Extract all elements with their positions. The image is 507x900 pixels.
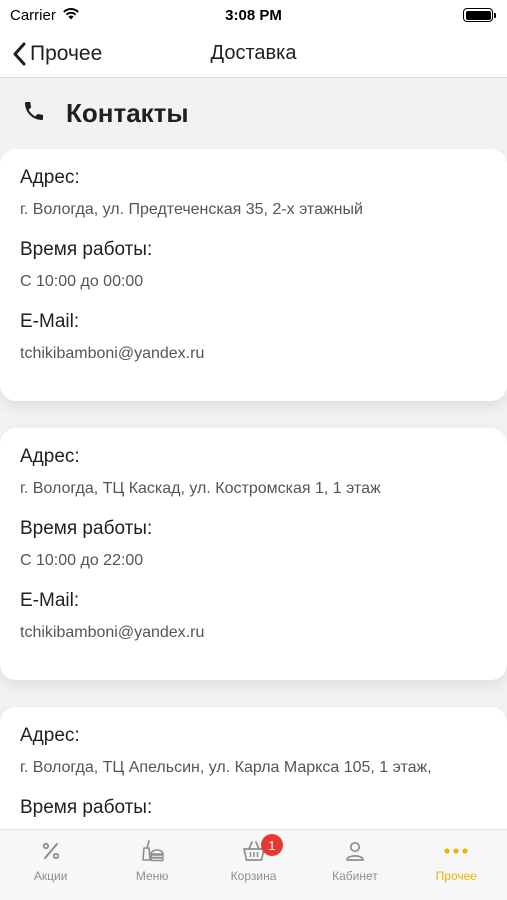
hours-label: Время работы: — [20, 239, 153, 260]
tab-account[interactable]: Кабинет — [304, 830, 405, 900]
address-label: Адрес: — [20, 725, 80, 746]
tab-label: Акции — [33, 869, 68, 883]
phone-icon — [22, 99, 46, 128]
tab-label: Меню — [135, 869, 169, 883]
user-icon — [342, 838, 368, 864]
contact-card: Адрес: г. Вологда, ТЦ Каскад, ул. Костро… — [0, 428, 507, 680]
tab-menu[interactable]: Меню — [101, 830, 202, 900]
tab-more[interactable]: Прочее — [406, 830, 507, 900]
hours-label: Время работы: — [20, 518, 153, 539]
cart-badge: 1 — [260, 834, 283, 856]
address-value: г. Вологда, ТЦ Каскад, ул. Костромская 1… — [20, 480, 381, 497]
address-label: Адрес: — [20, 167, 80, 188]
tab-label: Корзина — [230, 869, 277, 883]
contacts-list: Адрес: г. Вологда, ул. Предтеченская 35,… — [0, 149, 507, 829]
hours-value: С 10:00 до 22:00 — [20, 552, 144, 569]
more-icon — [443, 838, 469, 864]
tab-promotions[interactable]: Акции — [0, 830, 101, 900]
hours-value: С 10:00 до 00:00 — [20, 273, 144, 290]
email-label: E-Mail: — [20, 311, 80, 332]
tab-label: Прочее — [435, 869, 477, 883]
percent-icon — [38, 838, 64, 864]
contact-card: Адрес: г. Вологда, ул. Предтеченская 35,… — [0, 149, 507, 401]
status-bar: Carrier 3:08 PM — [0, 0, 507, 30]
status-left: Carrier — [10, 7, 80, 24]
email-link[interactable]: tchikibamboni@yandex.ru — [20, 341, 487, 367]
tab-label: Кабинет — [332, 869, 378, 883]
hours-label: Время работы: — [20, 797, 153, 818]
tab-bar: Акции Меню 1 Корзина Кабинет Прочее — [0, 829, 507, 900]
carrier-label: Carrier — [10, 6, 56, 24]
contact-card: Адрес: г. Вологда, ТЦ Апельсин, ул. Карл… — [0, 707, 507, 829]
navigation-bar: Прочее Доставка — [0, 30, 507, 78]
menu-icon — [139, 838, 165, 864]
section-header: Контакты — [0, 79, 507, 147]
page-title: Доставка — [210, 42, 297, 64]
wifi-icon — [62, 7, 80, 24]
address-label: Адрес: — [20, 446, 80, 467]
email-label: E-Mail: — [20, 590, 80, 611]
address-value: г. Вологда, ул. Предтеченская 35, 2-х эт… — [20, 201, 363, 218]
address-value: г. Вологда, ТЦ Апельсин, ул. Карла Маркс… — [20, 759, 432, 776]
section-title: Контакты — [66, 97, 189, 128]
battery-icon — [463, 8, 496, 22]
tab-cart[interactable]: 1 Корзина — [203, 830, 304, 900]
email-link[interactable]: tchikibamboni@yandex.ru — [20, 620, 487, 646]
